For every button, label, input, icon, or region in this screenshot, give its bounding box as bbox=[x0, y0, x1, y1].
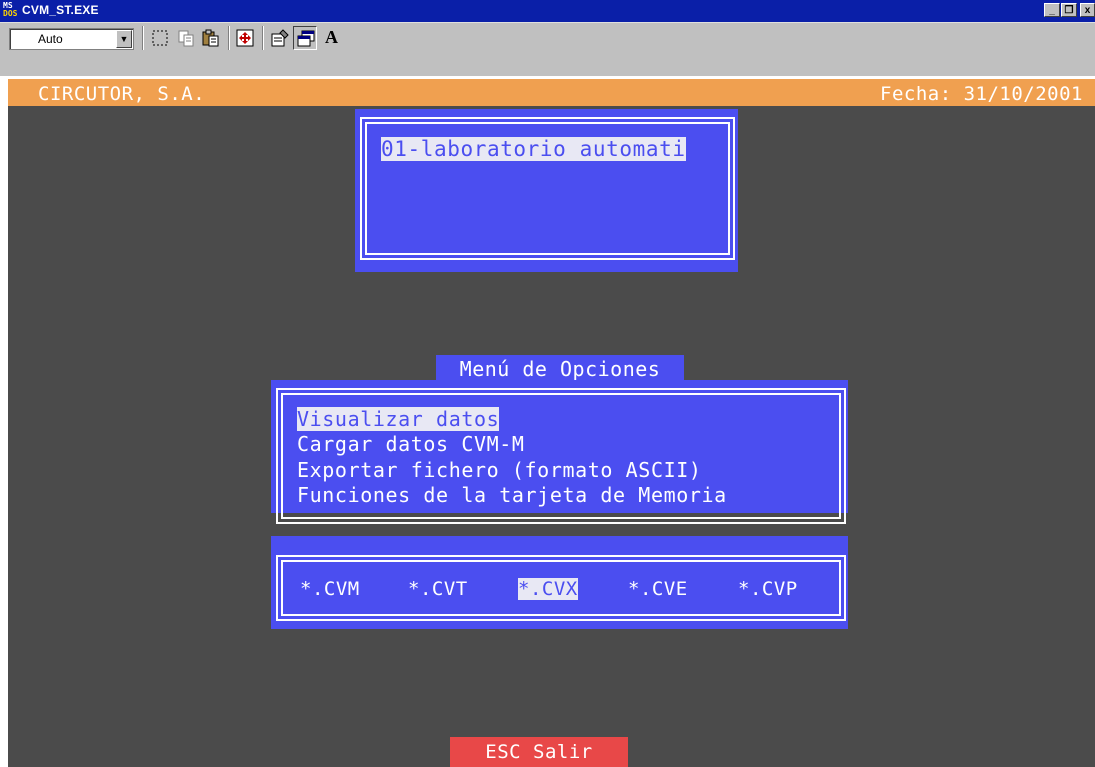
properties-button[interactable] bbox=[268, 26, 292, 50]
toolbar-separator bbox=[262, 26, 264, 50]
file-type-cvt[interactable]: *.CVT bbox=[408, 578, 468, 600]
icon-dos-text: DOS bbox=[3, 9, 18, 18]
company-list-item[interactable]: 01-laboratorio automati bbox=[381, 137, 686, 161]
paste-icon bbox=[202, 29, 219, 47]
window-title: CVM_ST.EXE bbox=[22, 3, 99, 17]
mark-icon bbox=[152, 30, 168, 46]
maximize-button[interactable]: ❐ bbox=[1061, 3, 1077, 17]
font-button[interactable]: A bbox=[320, 26, 346, 50]
company-name: CIRCUTOR, S.A. bbox=[38, 83, 206, 105]
minimize-button[interactable]: _ bbox=[1044, 3, 1060, 17]
window-title-bar[interactable]: MS DOS CVM_ST.EXE _ ❐ x bbox=[0, 0, 1095, 22]
close-button[interactable]: x bbox=[1080, 3, 1095, 17]
header-bar: CIRCUTOR, S.A. Fecha: 31/10/2001 bbox=[8, 79, 1095, 106]
menu-item-visualizar-datos[interactable]: Visualizar datos bbox=[297, 407, 500, 431]
esc-exit-button[interactable]: ESC Salir bbox=[450, 737, 628, 767]
background-button[interactable] bbox=[293, 26, 317, 50]
file-type-cvp[interactable]: *.CVP bbox=[738, 578, 798, 600]
file-type-cvx[interactable]: *.CVX bbox=[518, 578, 578, 600]
background-icon bbox=[297, 30, 315, 47]
restore-icon: ❐ bbox=[1064, 5, 1074, 16]
menu-item-exportar-fichero[interactable]: Exportar fichero (formato ASCII) bbox=[297, 458, 702, 482]
close-icon: x bbox=[1084, 5, 1091, 16]
mark-button[interactable] bbox=[148, 26, 172, 50]
msdos-app-icon[interactable]: MS DOS bbox=[3, 2, 19, 19]
minimize-icon: _ bbox=[1049, 5, 1055, 16]
date-display: Fecha: 31/10/2001 bbox=[880, 83, 1083, 105]
file-type-cvm[interactable]: *.CVM bbox=[300, 578, 360, 600]
paste-button[interactable] bbox=[199, 26, 223, 50]
fullscreen-icon bbox=[236, 29, 254, 47]
fullscreen-button[interactable] bbox=[233, 26, 257, 50]
properties-icon bbox=[271, 29, 289, 47]
menu-item-cargar-datos[interactable]: Cargar datos CVM-M bbox=[297, 432, 525, 456]
font-icon: A bbox=[325, 27, 338, 47]
font-size-value: Auto bbox=[38, 32, 63, 46]
chevron-down-icon[interactable]: ▼ bbox=[116, 30, 132, 48]
file-type-cve[interactable]: *.CVE bbox=[628, 578, 688, 600]
menu-item-funciones-tarjeta[interactable]: Funciones de la tarjeta de Memoria bbox=[297, 483, 727, 507]
toolbar-separator bbox=[228, 26, 230, 50]
font-size-select[interactable]: Auto ▼ bbox=[9, 28, 134, 50]
dos-console-screen[interactable]: CIRCUTOR, S.A. Fecha: 31/10/2001 01-labo… bbox=[8, 79, 1095, 767]
copy-button[interactable] bbox=[174, 26, 198, 50]
toolbar-separator bbox=[142, 26, 144, 50]
copy-icon bbox=[178, 30, 194, 47]
